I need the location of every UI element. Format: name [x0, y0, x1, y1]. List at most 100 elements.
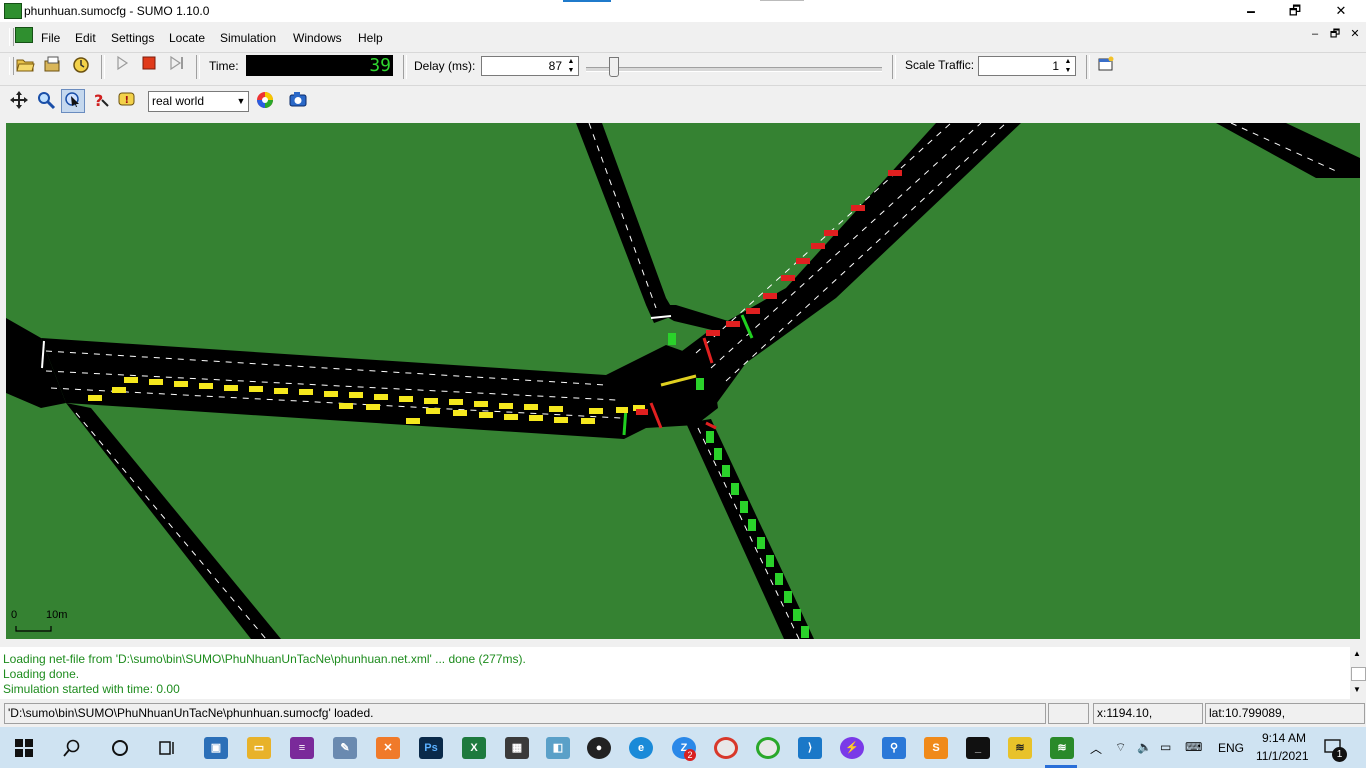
file-explorer-icon[interactable]: ▭: [247, 737, 271, 759]
run-icon[interactable]: [111, 55, 133, 77]
menu-file[interactable]: File: [41, 31, 60, 45]
vehicle: [549, 406, 563, 412]
status-empty-cell: [1048, 703, 1089, 724]
stop-icon[interactable]: [138, 55, 160, 77]
pin-app-icon[interactable]: ⚲: [882, 737, 906, 759]
vehicle: [581, 418, 595, 424]
toolbar-separator: [1086, 55, 1090, 79]
battery-icon[interactable]: ▭: [1160, 740, 1171, 754]
network-view[interactable]: 0 10m: [6, 123, 1360, 639]
task-view-icon[interactable]: [157, 738, 177, 761]
vehicle: [696, 378, 704, 390]
edge-icon[interactable]: e: [629, 737, 653, 759]
messenger-icon[interactable]: ⚡: [840, 737, 864, 759]
log-line: Loading net-file from 'D:\sumo\bin\SUMO\…: [3, 652, 526, 666]
delay-slider-track[interactable]: [586, 67, 882, 72]
scroll-up-icon[interactable]: ▲: [1353, 649, 1361, 658]
help-query-icon[interactable]: ?: [89, 90, 111, 112]
recenter-icon[interactable]: [8, 90, 30, 112]
chevron-down-icon[interactable]: ▼: [234, 92, 248, 111]
vehicle: [784, 591, 792, 603]
xampp-icon[interactable]: ✕: [376, 737, 400, 759]
vehicle: [722, 465, 730, 477]
title-accent-secondary: [760, 0, 804, 1]
menu-windows[interactable]: Windows: [293, 31, 342, 45]
open-file-icon[interactable]: [14, 55, 36, 77]
vscode-icon[interactable]: ⟩: [798, 737, 822, 759]
menu-grip[interactable]: [9, 28, 14, 46]
vehicle: [374, 394, 388, 400]
cursor-coordinates: x:1194.10, y:1223.22: [1093, 703, 1203, 739]
mdi-restore-button[interactable]: 🗗: [1328, 27, 1342, 41]
reload-icon[interactable]: [42, 55, 64, 77]
menu-help[interactable]: Help: [358, 31, 383, 45]
app-icon-blue[interactable]: ◧: [546, 737, 570, 759]
chrome-profile-icon[interactable]: [756, 737, 780, 759]
vehicle: [366, 404, 380, 410]
sublime-icon[interactable]: S: [924, 737, 948, 759]
vehicle: [706, 431, 714, 443]
vehicle: [851, 205, 865, 211]
message-log[interactable]: Loading net-file from 'D:\sumo\bin\SUMO\…: [0, 647, 1350, 699]
photoshop-icon[interactable]: Ps: [419, 737, 443, 759]
step-icon[interactable]: [165, 55, 187, 77]
notice-icon[interactable]: !: [116, 90, 138, 112]
vehicle: [731, 483, 739, 495]
winrar-icon[interactable]: ≡: [290, 737, 314, 759]
delay-slider-thumb[interactable]: [608, 57, 619, 77]
vehicle: [299, 389, 313, 395]
vehicle: [199, 383, 213, 389]
color-wheel-icon[interactable]: [254, 90, 276, 112]
minimize-button[interactable]: 🗕: [1228, 2, 1274, 20]
menu-simulation[interactable]: Simulation: [220, 31, 276, 45]
search-icon[interactable]: [62, 738, 82, 761]
scale-label: 10m: [46, 609, 67, 621]
clock-time[interactable]: 9:14 AM: [1256, 731, 1306, 745]
calculator-icon[interactable]: ▦: [505, 737, 529, 759]
svg-text:!: !: [125, 95, 130, 106]
screenshot-camera-icon[interactable]: [287, 90, 309, 112]
chrome-icon[interactable]: [714, 737, 738, 759]
cortana-icon[interactable]: [110, 738, 130, 761]
delay-spin-arrows[interactable]: ▲ ▼: [565, 57, 577, 75]
scale-traffic-label: Scale Traffic:: [905, 58, 975, 72]
vehicle: [793, 609, 801, 621]
mdi-close-button[interactable]: ✕: [1348, 27, 1362, 41]
geo-coordinates: lat:10.799089, lon:106.680832: [1205, 703, 1365, 739]
vehicle: [399, 396, 413, 402]
new-view-icon[interactable]: [1095, 55, 1117, 77]
language-indicator[interactable]: ENG: [1218, 741, 1244, 755]
scroll-down-icon[interactable]: ▼: [1353, 685, 1361, 694]
network-map[interactable]: 0 10m: [6, 123, 1360, 639]
menu-edit[interactable]: Edit: [75, 31, 96, 45]
menu-locate[interactable]: Locate: [169, 31, 205, 45]
child-window-icon: [15, 27, 33, 43]
volume-icon[interactable]: 🔈: [1137, 740, 1152, 754]
tray-chevron-icon[interactable]: ︿: [1090, 740, 1102, 757]
locate-pointer-icon[interactable]: [61, 89, 85, 113]
keyboard-icon[interactable]: ⌨: [1185, 740, 1202, 754]
store-icon[interactable]: ▣: [204, 737, 228, 759]
scroll-thumb[interactable]: [1351, 667, 1366, 681]
windows-start-icon[interactable]: [14, 738, 34, 761]
wifi-icon[interactable]: ⌔: [1115, 740, 1126, 755]
mdi-minimize-button[interactable]: –: [1308, 27, 1322, 41]
menu-settings[interactable]: Settings: [111, 31, 154, 45]
netedit-icon[interactable]: ≋: [1008, 737, 1032, 759]
clock-date[interactable]: 11/1/2021: [1256, 749, 1309, 763]
time-display: 39: [246, 55, 393, 76]
excel-icon[interactable]: X: [462, 737, 486, 759]
close-button[interactable]: ✕: [1318, 2, 1364, 20]
maximize-button[interactable]: 🗗: [1272, 2, 1318, 20]
sumo-gui-icon[interactable]: ≋: [1050, 737, 1074, 759]
reload-simulation-icon[interactable]: [70, 55, 92, 77]
vehicle: [249, 386, 263, 392]
terminal-icon[interactable]: _: [966, 737, 990, 759]
vehicle: [88, 395, 102, 401]
zoom-icon[interactable]: [35, 90, 57, 112]
scale-spin-arrows[interactable]: ▲ ▼: [1062, 57, 1074, 75]
record-icon[interactable]: ●: [587, 737, 611, 759]
log-scrollbar[interactable]: ▲ ▼: [1350, 647, 1366, 699]
vehicle: [746, 308, 760, 314]
paint-icon[interactable]: ✎: [333, 737, 357, 759]
